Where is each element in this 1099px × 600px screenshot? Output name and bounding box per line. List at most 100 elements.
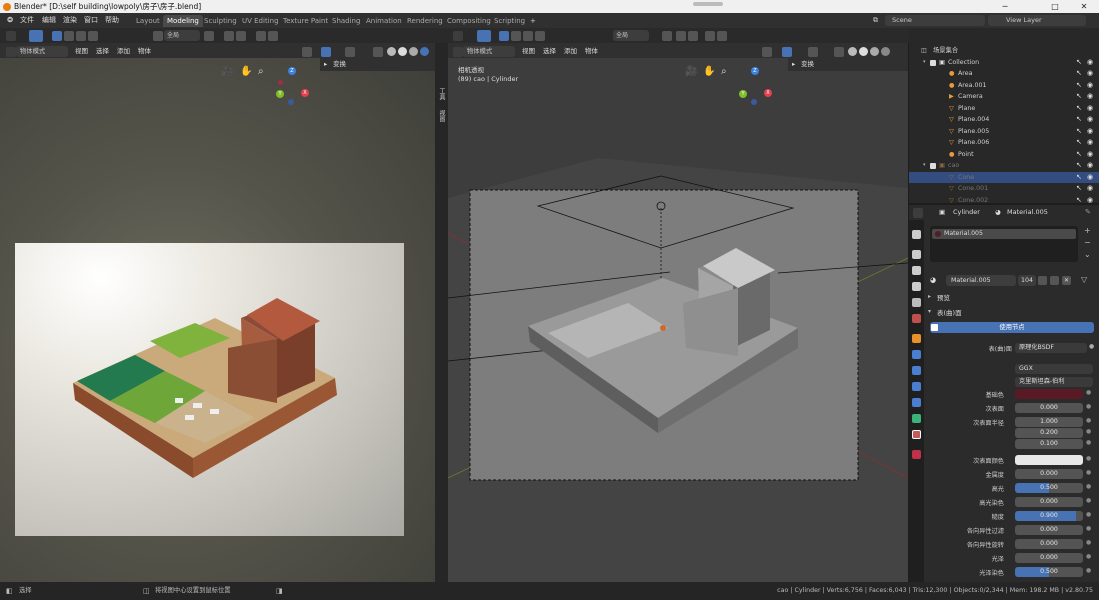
number-field[interactable]: 0.000 [1015,525,1083,535]
exclude-checkbox[interactable] [940,198,946,204]
exclude-checkbox[interactable] [940,117,946,123]
socket-link-icon[interactable]: ● [1086,539,1091,546]
snap-target-icon-right[interactable] [688,31,698,41]
exclude-checkbox[interactable] [940,152,946,158]
selectable-toggle-icon[interactable]: ↖ [1076,91,1082,103]
tab-layout[interactable]: Layout [132,15,164,27]
socket-link-icon[interactable]: ● [1086,525,1091,532]
material-shading-icon-right[interactable] [870,47,879,56]
material-slot-row[interactable]: Material.005 [932,229,1076,239]
xray-toggle-icon-right[interactable] [834,47,844,57]
wireframe-shading-icon-right[interactable] [848,47,857,56]
tab-texture-paint[interactable]: Texture Paint [279,15,332,27]
socket-link-icon[interactable]: ● [1086,497,1091,504]
select-tool-icon[interactable] [29,30,43,42]
solid-shading-icon[interactable] [398,47,407,56]
socket-link-icon[interactable]: ● [1086,553,1091,560]
world-tab-icon[interactable] [912,314,921,323]
tool-tab-icon[interactable] [912,230,921,239]
number-field[interactable]: 0.000 [1015,553,1083,563]
outliner-row[interactable]: ▽ Cone ↖ ◉ [909,171,1099,183]
selectable-toggle-icon[interactable]: ↖ [1076,68,1082,80]
nav-gizmo-x-icon[interactable]: X [301,89,309,97]
select-tool-icon-right[interactable] [477,30,491,42]
window-drag-handle[interactable] [693,2,723,6]
shader-link-icon[interactable]: ● [1089,343,1094,350]
maximize-button[interactable]: □ [1040,0,1070,13]
tab-scripting[interactable]: Scripting [490,15,529,27]
proportional-falloff-icon[interactable] [268,31,278,41]
outliner-row[interactable]: ▽ Cone.001 ↖ ◉ [909,183,1099,195]
visibility-eye-icon[interactable]: ◉ [1087,149,1093,161]
preview-expand-icon[interactable]: ▸ [928,293,931,300]
distribution-dropdown[interactable]: GGX [1015,364,1093,374]
selectable-toggle-icon[interactable]: ↖ [1076,80,1082,92]
surface-expand-icon[interactable]: ▾ [928,308,931,315]
wireframe-shading-icon[interactable] [387,47,396,56]
socket-link-icon[interactable]: ● [1086,417,1091,424]
number-field[interactable]: 0.200 [1015,428,1083,438]
outliner-row[interactable]: ▽ Plane.005 ↖ ◉ [909,126,1099,138]
select-mode-icon[interactable] [52,31,62,41]
menu-help[interactable]: 帮助 [105,13,119,28]
menu-edit[interactable]: 编辑 [42,13,56,28]
preview-panel-title[interactable]: 预览 [937,292,950,302]
tab-modeling[interactable]: Modeling [163,15,203,27]
exclude-checkbox[interactable] [940,71,946,77]
menu-render[interactable]: 渲染 [63,13,77,28]
transform-orientation-dropdown-right[interactable]: 全局 [613,30,649,41]
outliner-row[interactable]: ▾ ▣ Collection ↖ ◉ [909,57,1099,69]
pan-hand-icon[interactable]: ✋ [240,66,252,77]
slider-field[interactable]: 0.500 [1015,483,1083,493]
selectable-toggle-icon[interactable]: ↖ [1076,160,1082,172]
select-extend-icon[interactable] [64,31,74,41]
editor-type-icon-right[interactable] [453,31,463,41]
render-tab-icon[interactable] [912,250,921,259]
color-field[interactable] [1015,389,1083,399]
exclude-checkbox[interactable] [940,83,946,89]
tab-uv-editing[interactable]: UV Editing [238,15,283,27]
socket-link-icon[interactable]: ● [1086,389,1091,396]
visibility-eye-icon[interactable]: ◉ [1087,68,1093,80]
material-browse-icon[interactable]: ◕ [930,276,936,284]
exclude-checkbox[interactable] [940,175,946,181]
particles-tab-icon[interactable] [912,366,921,375]
selectable-toggle-icon[interactable]: ↖ [1076,57,1082,69]
snap-target-icon[interactable] [236,31,246,41]
proportional-edit-icon-right[interactable] [705,31,715,41]
tab-animation[interactable]: Animation [362,15,406,27]
outliner-scene-collection[interactable]: ◫ 场景集合 [909,45,1099,57]
scene-tab-icon[interactable] [912,298,921,307]
select-subtract-icon-right[interactable] [523,31,533,41]
socket-link-icon[interactable]: ● [1086,428,1091,435]
sidebar-transform-panel[interactable]: ▸ 变换 [320,58,435,71]
proportional-edit-icon[interactable] [256,31,266,41]
visibility-eye-icon[interactable]: ◉ [1087,137,1093,149]
select-mode-icon-right[interactable] [499,31,509,41]
pivot-icon-right[interactable] [662,31,672,41]
tab-shading[interactable]: Shading [328,15,364,27]
mode-dropdown-right[interactable]: 物体模式 [463,46,515,57]
pin-icon[interactable]: ✎ [1085,205,1091,220]
number-field[interactable]: 1.000 [1015,417,1083,427]
outliner-row[interactable]: ▽ Plane ↖ ◉ [909,103,1099,115]
outliner-row[interactable]: ▽ Plane.006 ↖ ◉ [909,137,1099,149]
exclude-checkbox[interactable] [940,94,946,100]
exclude-checkbox[interactable] [930,59,936,66]
mode-dropdown[interactable]: 物体模式 [16,46,68,57]
tab-compositing[interactable]: Compositing [443,15,495,27]
visibility-icon[interactable] [302,47,312,57]
tab-sculpting[interactable]: Sculpting [200,15,241,27]
view-layer-tab-icon[interactable] [912,282,921,291]
select-extend-icon-right[interactable] [511,31,521,41]
slider-field[interactable]: 0.500 [1015,567,1083,577]
socket-link-icon[interactable]: ● [1086,439,1091,446]
visibility-eye-icon[interactable]: ◉ [1087,80,1093,92]
constraints-tab-icon[interactable] [912,398,921,407]
nav-gizmo-y-icon[interactable]: Y [276,90,284,98]
select-invert-icon-right[interactable] [535,31,545,41]
selectable-toggle-icon[interactable]: ↖ [1076,149,1082,161]
nav-gizmo-neg-x-icon[interactable] [278,80,283,85]
visibility-eye-icon[interactable]: ◉ [1087,57,1093,69]
material-users-count[interactable]: 104 [1018,275,1036,286]
